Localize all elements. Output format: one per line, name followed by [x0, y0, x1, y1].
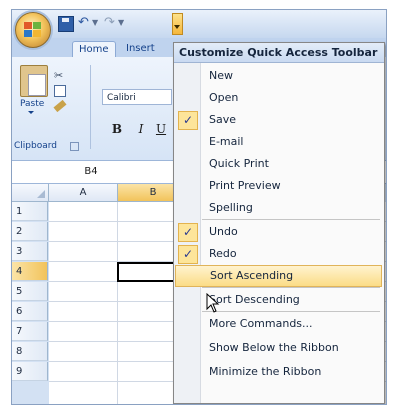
row-header[interactable]: 4: [12, 262, 48, 281]
menu-item-label: Quick Print: [209, 157, 269, 170]
menu-item-label: Print Preview: [209, 179, 281, 192]
paste-icon[interactable]: [20, 65, 48, 97]
excel-window: ↶ ▼ ↷ ▼ Home Insert Paste ✂ Clipboard Ca…: [11, 9, 387, 405]
menu-item[interactable]: Minimize the Ribbon: [175, 361, 382, 383]
row-header[interactable]: 7: [12, 322, 48, 341]
menu-item[interactable]: New: [175, 65, 382, 87]
menu-item-label: Minimize the Ribbon: [209, 365, 322, 378]
office-button[interactable]: [15, 12, 51, 48]
menu-item-label: Sort Descending: [209, 293, 300, 306]
menu-item-label: Undo: [209, 225, 238, 238]
menu-item-label: Spelling: [209, 201, 253, 214]
font-name-box[interactable]: Calibri: [102, 89, 172, 105]
save-icon[interactable]: [58, 16, 74, 32]
menu-item[interactable]: ✓ Save: [175, 109, 382, 131]
redo-icon[interactable]: ↷: [104, 16, 118, 30]
menu-item-label: More Commands...: [209, 317, 313, 330]
checkmark-icon: ✓: [178, 223, 198, 242]
italic-button[interactable]: I: [134, 121, 148, 137]
menu-separator: [202, 287, 380, 288]
row-header[interactable]: 6: [12, 302, 48, 321]
underline-button[interactable]: U: [154, 121, 168, 137]
select-all-corner[interactable]: [12, 184, 49, 202]
menu-separator: [202, 219, 380, 220]
menu-item-label: Sort Ascending: [210, 269, 294, 282]
menu-item[interactable]: Quick Print: [175, 153, 382, 175]
menu-item-label: Redo: [209, 247, 237, 260]
row-header[interactable]: 9: [12, 362, 48, 381]
office-logo-icon: [24, 22, 42, 38]
name-box[interactable]: B4: [12, 163, 170, 181]
menu-item[interactable]: More Commands...: [175, 313, 382, 335]
undo-dropdown-icon[interactable]: ▼: [92, 18, 98, 27]
menu-item-label: New: [209, 69, 233, 82]
redo-dropdown-icon[interactable]: ▼: [118, 18, 124, 27]
copy-icon[interactable]: [54, 85, 66, 97]
undo-icon[interactable]: ↶: [78, 16, 92, 30]
cut-icon[interactable]: ✂: [54, 69, 63, 82]
menu-title: Customize Quick Access Toolbar: [174, 43, 384, 63]
tab-insert[interactable]: Insert: [120, 41, 161, 57]
group-divider: [90, 65, 91, 149]
column-header-a[interactable]: A: [49, 184, 118, 202]
row-header[interactable]: 2: [12, 222, 48, 241]
menu-item-label: Open: [209, 91, 239, 104]
menu-item-label: Save: [209, 113, 237, 126]
tab-home[interactable]: Home: [72, 41, 116, 58]
clipboard-group-label: Clipboard: [14, 141, 57, 151]
menu-item[interactable]: Print Preview: [175, 175, 382, 197]
row-header[interactable]: 8: [12, 342, 48, 361]
format-painter-icon[interactable]: [53, 99, 67, 113]
customize-qat-button[interactable]: [172, 13, 183, 35]
quick-access-toolbar: ↶ ▼ ↷ ▼: [12, 10, 386, 38]
clipboard-launcher-icon[interactable]: [70, 142, 79, 151]
menu-item-label: E-mail: [209, 135, 244, 148]
menu-item[interactable]: Sort Ascending: [175, 265, 382, 287]
row-header[interactable]: 1: [12, 202, 48, 221]
checkmark-icon: ✓: [178, 111, 198, 130]
menu-item[interactable]: ✓ Redo: [175, 243, 382, 265]
menu-item-label: Show Below the Ribbon: [209, 341, 339, 354]
paste-dropdown-icon[interactable]: [28, 111, 34, 114]
menu-item[interactable]: ✓ Undo: [175, 221, 382, 243]
checkmark-icon: ✓: [178, 245, 198, 264]
bold-button[interactable]: B: [110, 121, 124, 137]
menu-item[interactable]: Show Below the Ribbon: [175, 337, 382, 359]
customize-qat-menu: Customize Quick Access Toolbar New Open ✓ S…: [173, 42, 385, 404]
row-header[interactable]: 3: [12, 242, 48, 261]
menu-separator: [202, 311, 380, 312]
paste-button-label[interactable]: Paste: [20, 99, 44, 109]
menu-item[interactable]: E-mail: [175, 131, 382, 153]
clipboard-group: Paste ✂ Clipboard: [14, 61, 86, 157]
menu-item[interactable]: Spelling: [175, 197, 382, 219]
row-header[interactable]: 5: [12, 282, 48, 301]
mouse-pointer-icon: [206, 293, 220, 313]
menu-item[interactable]: Open: [175, 87, 382, 109]
